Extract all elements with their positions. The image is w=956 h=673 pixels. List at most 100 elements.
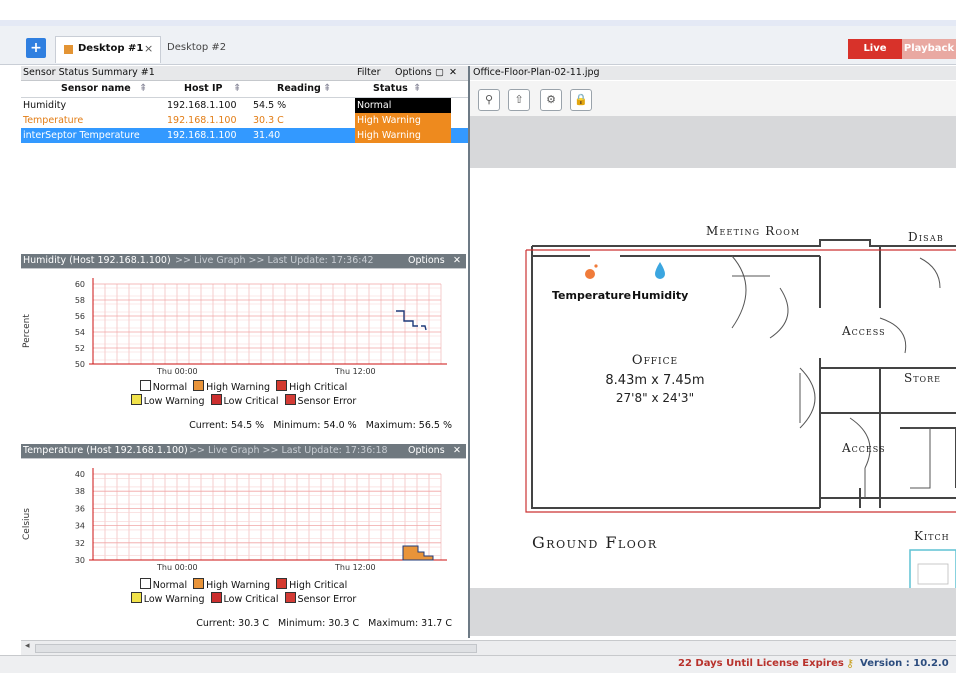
location-pin-icon[interactable]: ⚲ <box>478 89 500 111</box>
tab-desktop-2-label: Desktop #2 <box>167 42 227 53</box>
cell-reading: 54.5 % <box>253 100 287 111</box>
table-row[interactable]: Temperature 192.168.1.100 30.3 C High Wa… <box>21 113 468 128</box>
legend-low-critical: Low Critical <box>223 396 279 407</box>
humidity-ytick: 54 <box>75 328 85 337</box>
temperature-ylabel: Celsius <box>22 508 32 540</box>
floorplan-gray-band-bottom <box>470 588 956 636</box>
sensor-summary-title: Sensor Status Summary #1 <box>23 67 155 78</box>
legend-high-warning: High Warning <box>206 580 271 591</box>
maximize-icon[interactable]: ▢ <box>435 66 444 80</box>
live-graph-status: >> Live Graph >> Last Update: 17:36:42 <box>175 255 374 266</box>
add-desktop-button[interactable]: + <box>26 38 46 58</box>
temperature-sensor-icon[interactable] <box>585 269 595 279</box>
temperature-ytick: 32 <box>75 539 85 548</box>
options-button[interactable]: Options <box>395 66 432 80</box>
legend-swatch-low-warning <box>130 592 142 603</box>
cell-sensor-name: Temperature <box>23 115 84 126</box>
close-icon[interactable]: ✕ <box>449 66 457 80</box>
cell-host-ip: 192.168.1.100 <box>167 115 237 126</box>
legend-swatch-sensor-error <box>284 592 296 603</box>
sort-icon[interactable]: ⇞ <box>233 83 241 94</box>
key-icon: ⚷ <box>846 657 855 670</box>
tab-desktop-1-label: Desktop #1 <box>78 43 144 54</box>
temperature-series-area <box>402 545 434 561</box>
playback-button[interactable]: Playback <box>902 39 956 59</box>
temperature-xtick-1: Thu 12:00 <box>334 563 376 572</box>
lock-icon[interactable]: 🔒 <box>570 89 592 111</box>
sort-icon[interactable]: ⇞ <box>323 83 331 94</box>
horizontal-scrollbar[interactable]: ◂ <box>21 640 956 655</box>
humidity-xtick-0: Thu 00:00 <box>156 367 198 376</box>
gear-icon[interactable]: ⚙ <box>540 89 562 111</box>
cell-host-ip: 192.168.1.100 <box>167 130 237 141</box>
minimap[interactable] <box>909 549 956 588</box>
temperature-xtick-0: Thu 00:00 <box>156 563 198 572</box>
table-row[interactable]: Humidity 192.168.1.100 54.5 % Normal <box>21 98 468 113</box>
close-icon[interactable]: ✕ <box>453 254 461 268</box>
legend-high-critical: High Critical <box>289 580 348 591</box>
temperature-ytick: 34 <box>75 522 85 531</box>
legend-swatch-high-warning <box>193 578 205 589</box>
column-header-reading[interactable]: Reading <box>277 83 321 94</box>
version-label: Version : 10.2.0 <box>860 658 949 669</box>
kitchen-label: Kitch <box>914 529 950 543</box>
office-dimensions-imperial: 27'8" x 24'3" <box>616 391 694 405</box>
floorplan-filename: Office-Floor-Plan-02-11.jpg <box>473 67 600 78</box>
legend-swatch-high-critical <box>276 380 288 391</box>
options-button[interactable]: Options <box>408 254 445 268</box>
legend-swatch-high-warning <box>193 380 205 391</box>
temperature-ytick: 30 <box>75 556 85 565</box>
humidity-ylabel: Percent <box>22 314 32 348</box>
humidity-stats: Current: 54.5 % Minimum: 54.0 % Maximum:… <box>189 420 452 431</box>
access-label-2: Access <box>841 441 886 455</box>
table-row[interactable]: interSeptor Temperature 192.168.1.100 31… <box>21 128 468 143</box>
tab-desktop-1[interactable]: Desktop #1 × <box>55 36 161 63</box>
tab-desktop-2[interactable]: Desktop #2 <box>161 36 229 62</box>
column-header-sensor-name[interactable]: Sensor name <box>61 83 131 94</box>
temperature-ytick: 36 <box>75 504 85 513</box>
legend-low-critical: Low Critical <box>223 594 279 605</box>
humidity-legend: Normal High Warning High Critical Low Wa… <box>21 380 466 408</box>
sort-icon[interactable]: ⇞ <box>139 83 147 94</box>
top-band <box>0 0 956 20</box>
legend-normal: Normal <box>152 382 188 393</box>
filter-button[interactable]: Filter <box>357 66 381 80</box>
legend-low-warning: Low Warning <box>143 396 205 407</box>
column-header-host-ip[interactable]: Host IP <box>184 83 222 94</box>
access-label-1: Access <box>841 324 886 338</box>
legend-swatch-normal <box>139 380 151 391</box>
sensor-table-header: Sensor name ⇞ Host IP ⇞ Reading ⇞ Status… <box>21 81 468 98</box>
floorplan-toolbar: ⚲ ⇧ ⚙ 🔒 <box>470 81 956 116</box>
humidity-graph-panel: Humidity (Host 192.168.1.100) >> Live Gr… <box>21 254 466 440</box>
upload-icon[interactable]: ⇧ <box>508 89 530 111</box>
sort-icon[interactable]: ⇞ <box>413 83 421 94</box>
cell-sensor-name: interSeptor Temperature <box>23 130 140 141</box>
sensor-summary-titlebar: Sensor Status Summary #1 Filter Options … <box>21 66 468 81</box>
status-badge: High Warning <box>355 128 451 143</box>
legend-high-warning: High Warning <box>206 382 271 393</box>
temperature-legend: Normal High Warning High Critical Low Wa… <box>21 578 466 606</box>
temperature-graph-title: Temperature (Host 192.168.1.100) <box>23 445 188 456</box>
close-icon[interactable]: × <box>144 42 153 55</box>
meeting-room-label: Meeting Room <box>706 224 800 238</box>
options-button[interactable]: Options <box>408 444 445 458</box>
humidity-series-line <box>396 310 418 327</box>
humidity-xtick-1: Thu 12:00 <box>334 367 376 376</box>
temperature-ytick: 40 <box>75 470 85 479</box>
humidity-sensor-icon[interactable] <box>655 262 665 279</box>
humidity-graph-title: Humidity (Host 192.168.1.100) <box>23 255 171 266</box>
scroll-left-icon[interactable]: ◂ <box>25 641 30 651</box>
cell-reading: 30.3 C <box>253 115 284 126</box>
office-label: Office <box>632 353 678 368</box>
humidity-graph-titlebar: Humidity (Host 192.168.1.100) >> Live Gr… <box>21 254 466 269</box>
close-icon[interactable]: ✕ <box>453 444 461 458</box>
legend-swatch-low-critical <box>210 394 222 405</box>
legend-sensor-error: Sensor Error <box>297 396 357 407</box>
humidity-ytick: 50 <box>75 360 85 369</box>
scrollbar-thumb[interactable] <box>35 644 477 653</box>
column-header-status[interactable]: Status <box>373 83 408 94</box>
desktop-color-icon <box>64 45 73 54</box>
live-button[interactable]: Live <box>848 39 902 59</box>
humidity-ytick: 60 <box>75 280 85 289</box>
legend-swatch-high-critical <box>276 578 288 589</box>
